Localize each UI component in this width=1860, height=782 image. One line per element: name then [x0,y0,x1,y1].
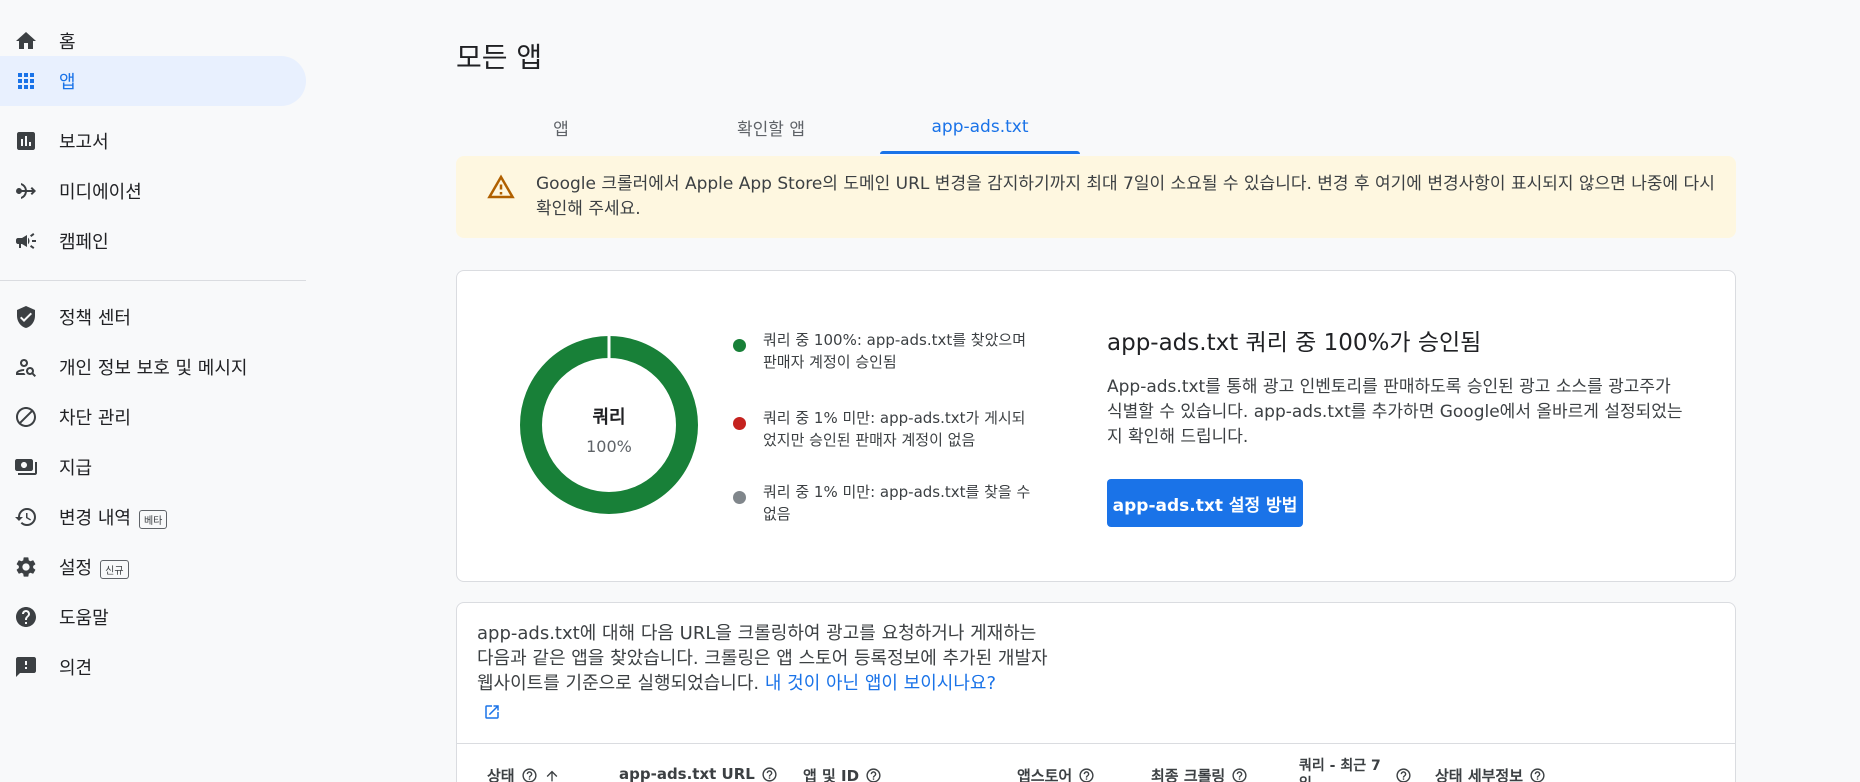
arrow-up-icon[interactable] [544,768,560,782]
bar-chart-icon [14,129,38,153]
open-in-new-icon[interactable] [483,703,501,721]
column-header-url[interactable]: app-ads.txt URL [619,765,778,782]
sidebar: 홈 앱 보고서 미디에이션 캠페인 정책 센터 개인 정보 보호 및 메시지 차… [0,0,306,782]
sidebar-item-change-history[interactable]: 변경 내역 베타 [0,492,306,542]
tab-apps[interactable]: 앱 [456,100,666,154]
sidebar-item-label: 설정 신규 [59,554,129,580]
warning-banner: Google 크롤러에서 Apple App Store의 도메인 URL 변경… [456,156,1736,238]
help-circle-icon[interactable] [761,766,778,782]
warning-text: Google 크롤러에서 Apple App Store의 도메인 URL 변경… [536,174,1715,219]
sidebar-item-label: 홈 [59,32,76,53]
table-divider [457,743,1735,744]
crawl-info-text: app-ads.txt에 대해 다음 URL을 크롤링하여 광고를 요청하거나 … [477,623,1048,694]
sidebar-item-blocking[interactable]: 차단 관리 [0,392,306,442]
column-header-queries-7d[interactable]: 쿼리 - 최근 7일 [1299,757,1431,782]
column-header-app-store[interactable]: 앱스토어 [1017,765,1095,782]
sidebar-item-label: 개인 정보 보호 및 메시지 [59,358,248,379]
not-my-app-link[interactable]: 내 것이 아닌 앱이 보이시나요? [765,673,996,694]
apps-grid-icon [14,69,38,93]
summary-body: App-ads.txt를 통해 광고 인벤토리를 판매하도록 승인된 광고 소스… [1107,377,1683,447]
help-circle-icon[interactable] [1231,767,1248,782]
setup-guide-button[interactable]: app-ads.txt 설정 방법 [1107,479,1303,527]
warning-triangle-icon [487,174,515,199]
apps-table-card: app-ads.txt에 대해 다음 URL을 크롤링하여 광고를 요청하거나 … [456,602,1736,782]
history-icon [14,505,38,529]
red-dot-icon [733,417,746,430]
sidebar-item-label: 보고서 [59,132,109,153]
sidebar-divider [0,280,306,281]
sidebar-item-label: 변경 내역 베타 [59,504,168,530]
legend-text: 쿼리 중 1% 미만: app-ads.txt가 게시되었지만 승인된 판매자 … [763,409,1026,449]
sidebar-item-label: 앱 [59,72,76,93]
sidebar-item-campaigns[interactable]: 캠페인 [0,216,306,266]
sidebar-item-label: 캠페인 [59,232,109,253]
summary-title: app-ads.txt 쿼리 중 100%가 승인됨 [1107,330,1482,356]
column-header-app-id[interactable]: 앱 및 ID [803,765,882,782]
sidebar-item-label: 지급 [59,458,93,479]
page-title: 모든 앱 [456,41,543,74]
help-circle-icon[interactable] [521,767,538,782]
green-dot-icon [733,339,746,352]
person-settings-icon [14,355,38,379]
help-circle-icon[interactable] [1529,767,1546,782]
column-header-last-crawled[interactable]: 최종 크롤링 [1151,765,1248,782]
beta-badge: 베타 [138,509,168,529]
payments-icon [14,455,38,479]
help-circle-icon[interactable] [1395,767,1412,782]
sidebar-item-settings[interactable]: 설정 신규 [0,542,306,592]
help-circle-icon[interactable] [865,767,882,782]
sidebar-item-mediation[interactable]: 미디에이션 [0,166,306,216]
sidebar-item-policy-center[interactable]: 정책 센터 [0,292,306,342]
donut-label: 쿼리 [592,407,626,428]
active-tab-indicator [880,151,1080,154]
tab-app-ads-txt[interactable]: app-ads.txt [880,100,1080,154]
sidebar-item-payments[interactable]: 지급 [0,442,306,492]
block-icon [14,405,38,429]
sidebar-item-label: 차단 관리 [59,408,131,429]
sidebar-item-help[interactable]: 도움말 [0,592,306,642]
sidebar-item-reports[interactable]: 보고서 [0,116,306,166]
help-circle-icon[interactable] [1078,767,1095,782]
feedback-icon [14,655,38,679]
sidebar-item-label: 정책 센터 [59,308,131,329]
sidebar-item-privacy-messaging[interactable]: 개인 정보 보호 및 메시지 [0,342,306,392]
sidebar-item-label: 의견 [59,658,93,679]
tab-apps-to-review[interactable]: 확인할 앱 [666,100,876,154]
gray-dot-icon [733,491,746,504]
sidebar-item-feedback[interactable]: 의견 [0,642,306,692]
sidebar-item-label: 미디에이션 [59,182,142,203]
column-header-status[interactable]: 상태 [487,765,560,782]
legend-text: 쿼리 중 100%: app-ads.txt를 찾았으며 판매자 계정이 승인됨 [763,331,1026,371]
megaphone-icon [14,229,38,253]
new-badge: 신규 [100,559,129,579]
column-header-status-details[interactable]: 상태 세부정보 [1435,765,1546,782]
summary-card: 쿼리 100% 쿼리 중 100%: app-ads.txt를 찾았으며 판매자… [456,270,1736,582]
sidebar-item-apps[interactable]: 앱 [0,56,306,106]
help-icon [14,605,38,629]
tab-bar: 앱 확인할 앱 app-ads.txt [456,100,1736,154]
legend-text: 쿼리 중 1% 미만: app-ads.txt를 찾을 수 없음 [763,483,1031,523]
shield-check-icon [14,305,38,329]
donut-value: 100% [586,437,632,456]
sidebar-item-label: 도움말 [59,608,109,629]
home-icon [14,29,38,53]
gear-icon [14,555,38,579]
mediation-icon [14,179,38,203]
